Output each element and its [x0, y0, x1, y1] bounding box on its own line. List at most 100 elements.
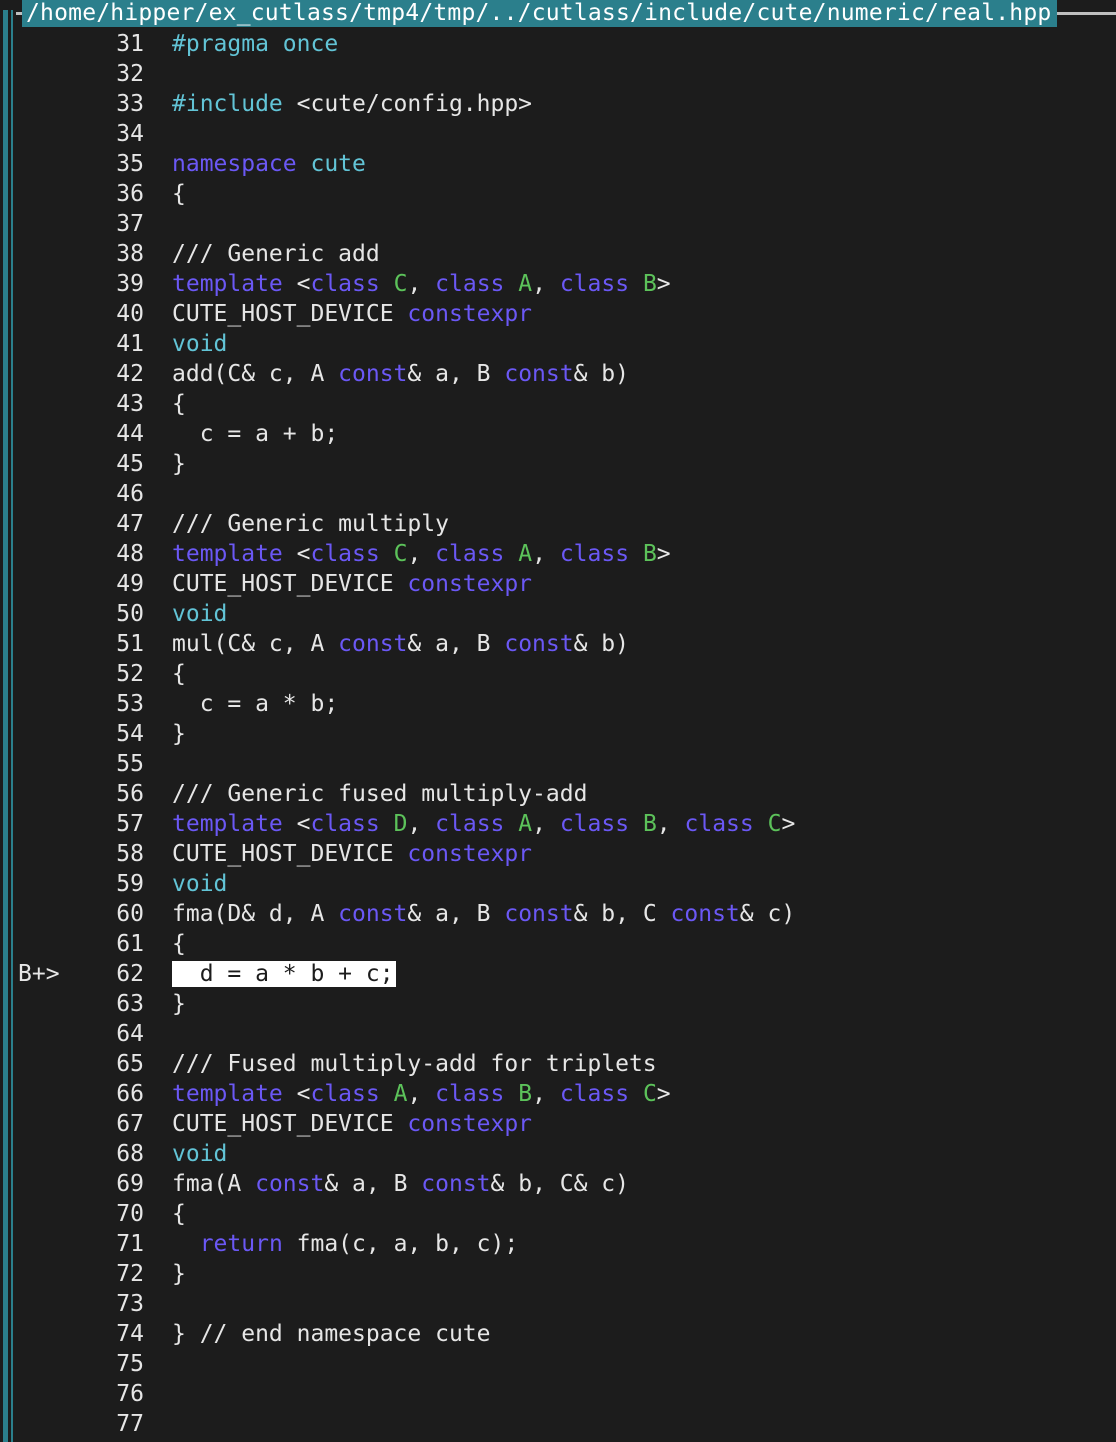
source-line[interactable]: 48 template <class C, class A, class B> [16, 539, 1116, 569]
code-token: c = a * b; [172, 691, 339, 717]
source-line[interactable]: 77 [16, 1409, 1116, 1439]
line-number: 35 [116, 151, 144, 177]
line-number: 52 [116, 661, 144, 687]
source-line[interactable]: 57 template <class D, class A, class B, c… [16, 809, 1116, 839]
code-token: A [518, 541, 533, 567]
line-number: 66 [116, 1081, 144, 1107]
source-line[interactable]: 36 { [16, 179, 1116, 209]
code-token: , [407, 271, 436, 297]
code-token: void [172, 601, 228, 627]
source-line[interactable]: 31 #pragma once [16, 29, 1116, 59]
source-line[interactable]: 35 namespace cute [16, 149, 1116, 179]
code-token: < [282, 271, 311, 297]
source-line[interactable]: 63} [16, 989, 1116, 1019]
code-token: void [172, 871, 228, 897]
code-token: const [338, 631, 408, 657]
code-token: C [393, 271, 408, 297]
source-line[interactable]: 75 [16, 1349, 1116, 1379]
source-line[interactable]: 41 void [16, 329, 1116, 359]
code-token: const [504, 361, 574, 387]
source-line[interactable]: 44 c = a + b; [16, 419, 1116, 449]
line-number: 64 [116, 1021, 144, 1047]
source-line[interactable]: 54} [16, 719, 1116, 749]
source-line[interactable]: 61 { [16, 929, 1116, 959]
code-token: class [310, 811, 380, 837]
source-line[interactable]: 59 void [16, 869, 1116, 899]
source-line[interactable]: 52 { [16, 659, 1116, 689]
line-number: 55 [116, 751, 144, 777]
code-token: , [656, 811, 685, 837]
source-line[interactable]: 73 [16, 1289, 1116, 1319]
source-line[interactable]: 42 add(C& c, A const& a, B const& b) [16, 359, 1116, 389]
code-token: & b, C& c) [490, 1171, 630, 1197]
source-line[interactable]: 40 CUTE_HOST_DEVICE constexpr [16, 299, 1116, 329]
code-token: & b) [573, 631, 629, 657]
source-line[interactable]: 33 #include <cute/config.hpp> [16, 89, 1116, 119]
source-line[interactable]: 50 void [16, 599, 1116, 629]
code-token: const [338, 901, 408, 927]
line-code: { [172, 179, 186, 209]
source-line[interactable]: 43 { [16, 389, 1116, 419]
source-line[interactable]: 51 mul(C& c, A const& a, B const& b) [16, 629, 1116, 659]
code-token: const [338, 361, 408, 387]
code-token: A [518, 811, 533, 837]
source-line[interactable]: 64 [16, 1019, 1116, 1049]
line-code: namespace cute [172, 149, 366, 179]
source-line[interactable]: 66 template <class A, class B, class C> [16, 1079, 1116, 1109]
breakpoint-marker[interactable]: B+> [18, 959, 108, 989]
code-token: < [282, 811, 311, 837]
line-code: template <class C, class A, class B> [172, 269, 671, 299]
source-line[interactable]: 60 fma(D& d, A const& a, B const& b, C co… [16, 899, 1116, 929]
line-code: CUTE_HOST_DEVICE constexpr [172, 839, 532, 869]
line-code: } [172, 449, 186, 479]
line-number: 46 [116, 481, 144, 507]
source-line[interactable]: 55 [16, 749, 1116, 779]
line-number: 51 [116, 631, 144, 657]
source-line[interactable]: 65 /// Fused multiply-add for triplets [16, 1049, 1116, 1079]
source-line[interactable]: 34 [16, 119, 1116, 149]
source-line[interactable]: 45} [16, 449, 1116, 479]
source-line[interactable]: 74} // end namespace cute [16, 1319, 1116, 1349]
code-token: CUTE_HOST_DEVICE [172, 1111, 408, 1137]
source-listing[interactable]: 31 #pragma once 32 33 #include <cute/config.… [16, 29, 1116, 1439]
line-number: 72 [116, 1261, 144, 1287]
source-line[interactable]: 39 template <class C, class A, class B> [16, 269, 1116, 299]
source-line[interactable]: 69 fma(A const& a, B const& b, C& c) [16, 1169, 1116, 1199]
source-line[interactable]: 49 CUTE_HOST_DEVICE constexpr [16, 569, 1116, 599]
code-token: A [518, 271, 533, 297]
source-line[interactable]: 53 c = a * b; [16, 689, 1116, 719]
line-number: 63 [116, 991, 144, 1017]
code-token: constexpr [407, 841, 533, 867]
source-line[interactable]: 32 [16, 59, 1116, 89]
source-line[interactable]: 68 void [16, 1139, 1116, 1169]
source-line[interactable]: 56 /// Generic fused multiply-add [16, 779, 1116, 809]
source-line[interactable]: 37 [16, 209, 1116, 239]
source-line[interactable]: 47 /// Generic multiply [16, 509, 1116, 539]
code-token: { [172, 661, 186, 687]
line-number: 70 [116, 1201, 144, 1227]
source-line[interactable]: 70 { [16, 1199, 1116, 1229]
source-line[interactable]: 38 /// Generic add [16, 239, 1116, 269]
code-token: > [781, 811, 796, 837]
source-line[interactable]: 72} [16, 1259, 1116, 1289]
source-line[interactable]: 76 [16, 1379, 1116, 1409]
line-code: #include <cute/config.hpp> [172, 89, 532, 119]
file-path-title: /home/hipper/ex_cutlass/tmp4/tmp/../cutl… [22, 0, 1058, 27]
code-token: const [421, 1171, 491, 1197]
source-line[interactable]: 71 return fma(c, a, b, c); [16, 1229, 1116, 1259]
source-line[interactable]: 58 CUTE_HOST_DEVICE constexpr [16, 839, 1116, 869]
line-code: { [172, 389, 186, 419]
source-line[interactable]: 67 CUTE_HOST_DEVICE constexpr [16, 1109, 1116, 1139]
source-line[interactable]: 46 [16, 479, 1116, 509]
code-token: > [656, 271, 671, 297]
line-number: 73 [116, 1291, 144, 1317]
code-token: C [767, 811, 782, 837]
source-line[interactable]: B+> 62 d = a * b + c; [16, 959, 1116, 989]
line-number: 59 [116, 871, 144, 897]
